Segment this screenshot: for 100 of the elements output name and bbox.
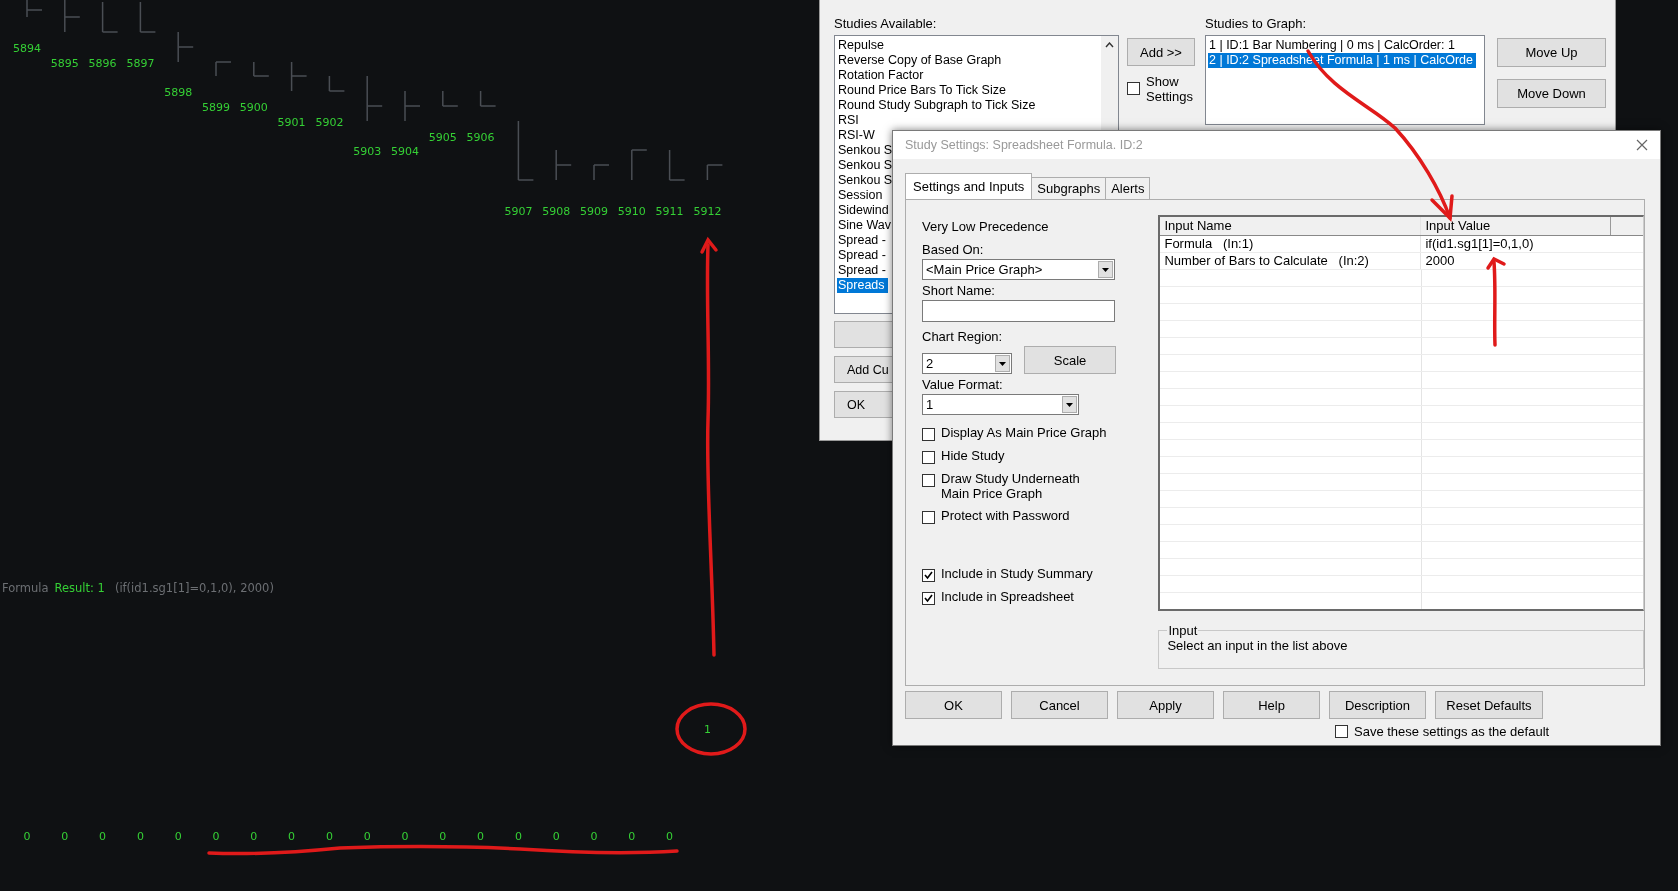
- bar-number-label: 5895: [50, 56, 79, 70]
- bar-number-label: 5897: [126, 56, 155, 70]
- chart-region-dropdown[interactable]: 2: [922, 353, 1012, 374]
- bar-number-label: 5898: [164, 85, 193, 99]
- column-header[interactable]: Input Value: [1421, 217, 1612, 235]
- dropdown-arrow-icon: [1102, 267, 1109, 272]
- subgraph-value: 1: [703, 722, 711, 736]
- bar-number-label: 5912: [693, 204, 722, 218]
- study-list-item[interactable]: Rotation Factor: [837, 68, 927, 83]
- value-format-dropdown[interactable]: 1: [922, 394, 1079, 415]
- checkbox[interactable]: [922, 428, 935, 441]
- bar-number-label: 5909: [580, 204, 608, 218]
- bar-number-label: 5906: [466, 130, 495, 144]
- study-list-item[interactable]: Reverse Copy of Base Graph: [837, 53, 1005, 68]
- bar-number-label: 5908: [542, 204, 571, 218]
- subgraph-value: 0: [666, 829, 674, 843]
- checkbox-label: Save these settings as the default: [1354, 724, 1550, 739]
- checkbox[interactable]: [922, 569, 935, 582]
- bar-number-label: 5901: [277, 115, 306, 129]
- study-list-item[interactable]: Senkou S: [837, 158, 896, 173]
- study-list-item[interactable]: Repulse: [837, 38, 887, 53]
- bar-number-label: 5899: [202, 100, 230, 114]
- field-label: Value Format:: [922, 377, 1004, 394]
- subgraph-value: 0: [99, 829, 107, 843]
- bar-number-label: 5907: [504, 204, 533, 218]
- table-cell[interactable]: Formula (In:1): [1160, 236, 1422, 252]
- study-list-item[interactable]: Sidewind: [837, 203, 892, 218]
- tab[interactable]: Subgraphs: [1031, 177, 1107, 199]
- study-list-item[interactable]: Session: [837, 188, 886, 203]
- checkbox-label: Draw Study Underneath Main Price Graph: [941, 471, 1080, 501]
- study-list-item[interactable]: Spread -: [837, 233, 889, 248]
- bar-number-label: 5905: [428, 130, 457, 144]
- study-list-item[interactable]: RSI-W: [837, 128, 878, 143]
- subgraph-value: 0: [23, 829, 31, 843]
- precedence-text: Very Low Precedence: [922, 219, 1050, 236]
- close-icon[interactable]: [1636, 139, 1648, 151]
- add-button[interactable]: Add >>: [1127, 38, 1195, 66]
- checkbox[interactable]: [1127, 82, 1140, 95]
- subgraph-value: 0: [363, 829, 371, 843]
- list-label: Studies to Graph:: [1205, 15, 1308, 33]
- dropdown-arrow-icon: [999, 361, 1006, 366]
- dialog-button[interactable]: Reset Defaults: [1435, 691, 1543, 719]
- study-list-item[interactable]: Senkou S: [837, 173, 896, 188]
- scroll-up-icon[interactable]: [1105, 42, 1114, 48]
- tab[interactable]: Settings and Inputs: [905, 173, 1033, 199]
- table-cell[interactable]: Number of Bars to Calculate (In:2): [1160, 253, 1422, 269]
- subgraph-value: 0: [590, 829, 598, 843]
- checkbox-label: Display As Main Price Graph: [941, 425, 1107, 440]
- hint-text: Select an input in the list above: [1167, 638, 1348, 653]
- study-list-item[interactable]: Round Study Subgraph to Tick Size: [837, 98, 1039, 113]
- move-button[interactable]: Move Up: [1497, 38, 1606, 67]
- dialog-button[interactable]: OK: [905, 691, 1002, 719]
- dialog-button[interactable]: Apply: [1117, 691, 1214, 719]
- checkbox-label: Protect with Password: [941, 508, 1070, 523]
- table-cell[interactable]: if(id1.sg1[1]=0,1,0): [1421, 236, 1612, 252]
- annotation-circle: [675, 702, 747, 756]
- tab[interactable]: Alerts: [1105, 177, 1151, 199]
- checkbox[interactable]: [1335, 725, 1348, 738]
- study-list-item[interactable]: Sine Wav: [837, 218, 895, 233]
- checkbox-label: Hide Study: [941, 448, 1005, 463]
- table-cell[interactable]: 2000: [1421, 253, 1612, 269]
- subgraph-value: 0: [477, 829, 485, 843]
- dialog-button[interactable]: Cancel: [1011, 691, 1108, 719]
- bar-number-label: 5896: [88, 56, 117, 70]
- short-name-field[interactable]: [922, 300, 1115, 322]
- bar-number-label: 5911: [655, 204, 684, 218]
- subgraph-value: 0: [439, 829, 447, 843]
- subgraph-value: 0: [250, 829, 258, 843]
- window-title: Study Settings: Spreadsheet Formula. ID:2: [905, 138, 1143, 152]
- field-label: Chart Region:: [922, 329, 1004, 346]
- subgraph-value: 0: [174, 829, 182, 843]
- study-list-item[interactable]: Spread -: [837, 248, 889, 263]
- study-list-item[interactable]: RSI: [837, 113, 862, 128]
- checkbox[interactable]: [922, 592, 935, 605]
- study-parameters: (if(id1.sg1[1]=0,1,0), 2000): [114, 581, 274, 595]
- checkbox-label: Show Settings: [1146, 74, 1194, 104]
- move-button[interactable]: Move Down: [1497, 79, 1606, 108]
- study-list-item[interactable]: Round Price Bars To Tick Size: [837, 83, 1009, 98]
- study-list-item[interactable]: Spread -: [837, 263, 889, 278]
- subgraph-value: 0: [136, 829, 144, 843]
- bar-number-label: 5902: [315, 115, 344, 129]
- subgraph-value: 0: [325, 829, 333, 843]
- study-list-item[interactable]: Spreads: [837, 278, 888, 293]
- subgraph-value: 0: [288, 829, 296, 843]
- study-name: Formula: [2, 581, 49, 595]
- group-title: Input: [1167, 623, 1199, 638]
- column-header[interactable]: Input Name: [1160, 217, 1422, 235]
- dialog-button[interactable]: Description: [1329, 691, 1426, 719]
- graph-study-item[interactable]: 1 | ID:1 Bar Numbering | 0 ms | CalcOrder: 1: [1208, 38, 1458, 53]
- study-list-item[interactable]: Senkou S: [837, 143, 896, 158]
- checkbox[interactable]: [922, 511, 935, 524]
- checkbox-label: Include in Spreadsheet: [941, 589, 1074, 604]
- dropdown-arrow-icon: [1066, 402, 1073, 407]
- bar-number-label: 5904: [391, 144, 419, 158]
- checkbox[interactable]: [922, 474, 935, 487]
- bar-number-label: 5910: [617, 204, 646, 218]
- checkbox[interactable]: [922, 451, 935, 464]
- dialog-button[interactable]: Help: [1223, 691, 1320, 719]
- based-on-dropdown[interactable]: <Main Price Graph>: [922, 259, 1115, 280]
- scale-button[interactable]: Scale: [1024, 346, 1116, 374]
